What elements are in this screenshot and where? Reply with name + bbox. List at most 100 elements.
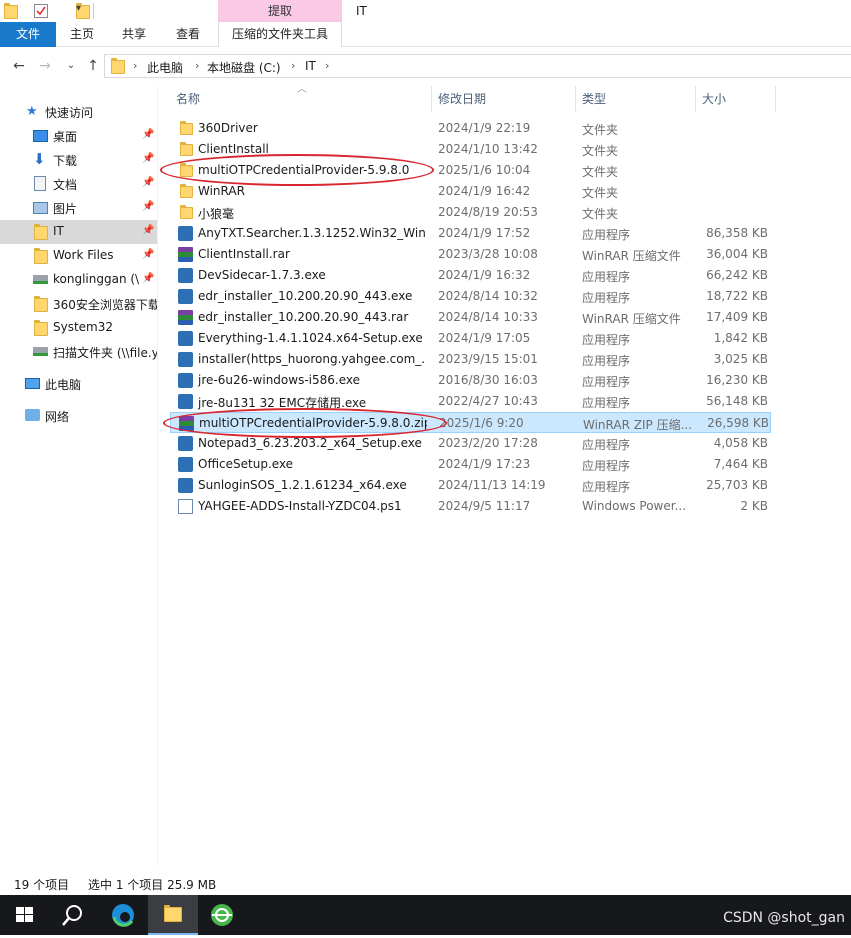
file-row[interactable]: ClientInstall.rar 2023/3/28 10:08 WinRAR 压… — [170, 244, 771, 265]
pin-icon[interactable]: 📌 — [142, 201, 154, 212]
file-type: 应用程序 — [582, 270, 631, 284]
nav-this-pc[interactable]: 此电脑 — [0, 372, 157, 396]
file-date: 2023/9/15 15:01 — [438, 352, 538, 366]
file-type: 应用程序 — [582, 333, 631, 347]
application-icon — [178, 457, 193, 472]
file-name: SunloginSOS_1.2.1.61234_x64.exe — [198, 478, 407, 492]
file-size: 17,409 KB — [706, 310, 768, 324]
taskbar-edge[interactable] — [98, 895, 148, 935]
application-icon — [178, 373, 193, 388]
nav-item-system32[interactable]: System32 — [0, 316, 157, 340]
file-row[interactable]: edr_installer_10.200.20.90_443.exe 2024/8… — [170, 286, 771, 307]
folder-icon — [164, 905, 182, 922]
desktop-icon — [33, 130, 48, 142]
column-type[interactable]: 类型 — [576, 86, 696, 112]
file-row[interactable]: installer(https_huorong.yahgee.com_... 20… — [170, 349, 771, 370]
breadcrumb-local-disk[interactable]: 本地磁盘 (C:) — [207, 59, 281, 76]
file-row[interactable]: jre-6u26-windows-i586.exe 2016/8/30 16:03… — [170, 370, 771, 391]
breadcrumb-this-pc[interactable]: 此电脑 — [147, 59, 183, 76]
nav-item-downloads[interactable]: ⬇ 下载 📌 — [0, 148, 157, 172]
file-date: 2024/1/9 16:32 — [438, 268, 531, 282]
folder-icon — [180, 184, 193, 198]
file-row[interactable]: OfficeSetup.exe 2024/1/9 17:23 应用程序 7,464 K… — [170, 454, 771, 475]
nav-item-konglinggan[interactable]: konglinggan (\\ 📌 — [0, 268, 157, 292]
file-name: AnyTXT.Searcher.1.3.1252.Win32_Win... — [198, 226, 426, 240]
nav-item-desktop[interactable]: 桌面 📌 — [0, 124, 157, 148]
file-size: 66,242 KB — [706, 268, 768, 282]
pin-icon[interactable]: 📌 — [142, 273, 154, 284]
file-row[interactable]: Everything-1.4.1.1024.x64-Setup.exe 2024/… — [170, 328, 771, 349]
nav-item-pictures[interactable]: 图片 📌 — [0, 196, 157, 220]
file-row[interactable]: edr_installer_10.200.20.90_443.rar 2024/8… — [170, 307, 771, 328]
chevron-right-icon[interactable]: › — [133, 59, 137, 72]
file-row[interactable]: DevSidecar-1.7.3.exe 2024/1/9 16:32 应用程序 66… — [170, 265, 771, 286]
column-date-modified[interactable]: 修改日期 — [432, 86, 576, 112]
pin-icon[interactable]: 📌 — [142, 129, 154, 140]
breadcrumb-it[interactable]: IT — [305, 59, 316, 73]
picture-icon — [33, 202, 48, 214]
file-row[interactable]: SunloginSOS_1.2.1.61234_x64.exe 2024/11/1… — [170, 475, 771, 496]
file-name: WinRAR — [198, 184, 245, 198]
tab-view[interactable]: 查看 — [164, 22, 212, 47]
up-arrow-icon[interactable]: ↑ — [84, 56, 102, 76]
file-date: 2024/8/14 10:32 — [438, 289, 538, 303]
column-size[interactable]: 大小 — [696, 86, 776, 112]
nav-item-scan-folder[interactable]: 扫描文件夹 (\\file.y — [0, 340, 157, 364]
tab-file[interactable]: 文件 — [0, 22, 56, 47]
application-icon — [178, 331, 193, 346]
file-name: edr_installer_10.200.20.90_443.rar — [198, 310, 409, 324]
chevron-right-icon[interactable]: › — [195, 59, 199, 72]
pin-icon[interactable]: 📌 — [142, 177, 154, 188]
search-button[interactable] — [48, 895, 98, 935]
context-group-extract: 提取 — [218, 0, 342, 22]
file-date: 2025/1/6 10:04 — [438, 163, 531, 177]
nav-item-work-files[interactable]: Work Files 📌 — [0, 244, 157, 268]
nav-quick-access[interactable]: ★ 快速访问 — [0, 100, 157, 124]
tab-compressed-folder-tools[interactable]: 压缩的文件夹工具 — [218, 22, 342, 47]
column-name[interactable]: 名称 — [170, 86, 432, 112]
file-type: 应用程序 — [582, 375, 631, 389]
tab-share[interactable]: 共享 — [110, 22, 158, 47]
file-row[interactable]: 360Driver 2024/1/9 22:19 文件夹 — [170, 118, 771, 139]
file-type: 应用程序 — [582, 291, 631, 305]
nav-label: 快速访问 — [45, 106, 94, 120]
chevron-right-icon[interactable]: › — [291, 59, 295, 72]
quick-access-dropdown-icon[interactable]: ▾ — [76, 3, 81, 19]
file-row[interactable]: 小狼毫 2024/8/19 20:53 文件夹 — [170, 202, 771, 223]
file-date: 2023/3/28 10:08 — [438, 247, 538, 261]
network-icon — [25, 409, 40, 421]
pin-icon[interactable]: 📌 — [142, 225, 154, 236]
selection-info: 选中 1 个项目 25.9 MB — [88, 878, 217, 892]
file-date: 2024/9/5 11:17 — [438, 499, 531, 513]
nav-item-documents[interactable]: 文档 📌 — [0, 172, 157, 196]
nav-item-it[interactable]: IT 📌 — [0, 220, 157, 244]
winrar-archive-icon — [178, 247, 193, 262]
back-arrow-icon[interactable]: ← — [10, 56, 28, 76]
winrar-archive-icon — [178, 310, 193, 325]
pin-icon[interactable]: 📌 — [142, 153, 154, 164]
360-browser-icon — [211, 904, 233, 926]
start-button[interactable] — [0, 895, 50, 935]
nav-network[interactable]: 网络 — [0, 404, 157, 428]
application-icon — [178, 268, 193, 283]
tab-home[interactable]: 主页 — [58, 22, 106, 47]
address-box[interactable]: › 此电脑 › 本地磁盘 (C:) › IT › — [104, 54, 851, 78]
file-size: 2 KB — [740, 499, 768, 513]
file-row[interactable]: AnyTXT.Searcher.1.3.1252.Win32_Win... 202… — [170, 223, 771, 244]
properties-icon[interactable] — [34, 4, 48, 18]
recent-dropdown-icon[interactable]: ⌄ — [62, 56, 80, 76]
file-date: 2024/11/13 14:19 — [438, 478, 546, 492]
chevron-right-icon[interactable]: › — [325, 59, 329, 72]
file-row[interactable]: YAHGEE-ADDS-Install-YZDC04.ps1 2024/9/5 1… — [170, 496, 771, 517]
file-type: 文件夹 — [582, 123, 619, 137]
file-date: 2024/1/9 17:23 — [438, 457, 531, 471]
network-drive-icon — [33, 275, 48, 284]
file-name: OfficeSetup.exe — [198, 457, 294, 471]
file-name: Everything-1.4.1.1024.x64-Setup.exe — [198, 331, 423, 345]
taskbar-360-browser[interactable] — [198, 895, 248, 935]
taskbar-file-explorer[interactable] — [148, 895, 198, 935]
file-size: 25,703 KB — [706, 478, 768, 492]
nav-item-360-downloads[interactable]: 360安全浏览器下载 — [0, 292, 157, 316]
pin-icon[interactable]: 📌 — [142, 249, 154, 260]
forward-arrow-icon[interactable]: → — [36, 56, 54, 76]
